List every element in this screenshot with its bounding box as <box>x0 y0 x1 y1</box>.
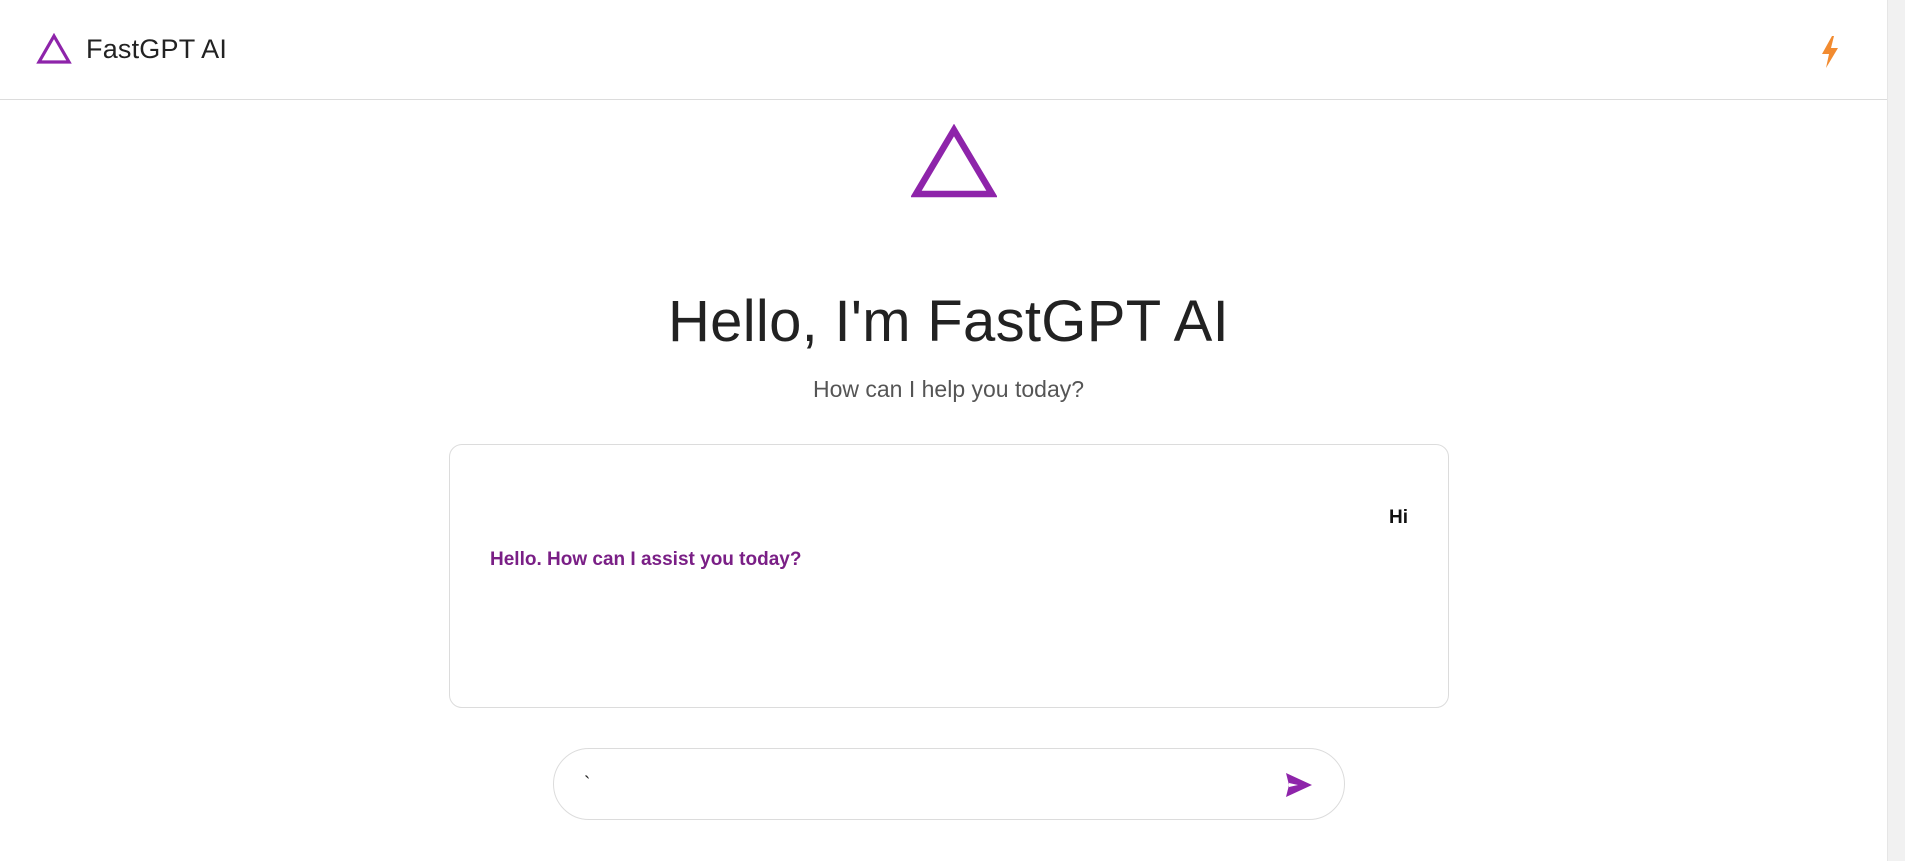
message-composer <box>553 748 1345 820</box>
send-button[interactable] <box>1284 771 1314 799</box>
user-message: Hi <box>1389 507 1408 528</box>
brand-link[interactable]: FastGPT AI <box>36 32 227 66</box>
lightning-bolt-icon <box>1822 36 1838 68</box>
greeting-subtitle: How can I help you today? <box>812 376 1085 402</box>
page-viewport: FastGPT AI Hello, I'm FastGPT AI How can… <box>0 0 1887 861</box>
app-window: FastGPT AI Hello, I'm FastGPT AI How can… <box>0 0 1905 861</box>
hero-triangle-logo-icon <box>911 124 997 198</box>
top-navbar: FastGPT AI <box>0 0 1887 100</box>
message-input[interactable] <box>584 765 1244 805</box>
vertical-scrollbar[interactable] <box>1887 0 1905 861</box>
lightning-button[interactable] <box>1818 34 1842 70</box>
chat-history: Hi Hello. How can I assist you today? <box>449 444 1449 708</box>
greeting-heading: Hello, I'm FastGPT AI <box>667 289 1229 354</box>
send-icon <box>1286 773 1312 797</box>
assistant-message: Hello. How can I assist you today? <box>490 549 802 570</box>
triangle-logo-icon <box>36 33 72 64</box>
app-name: FastGPT AI <box>86 33 228 64</box>
